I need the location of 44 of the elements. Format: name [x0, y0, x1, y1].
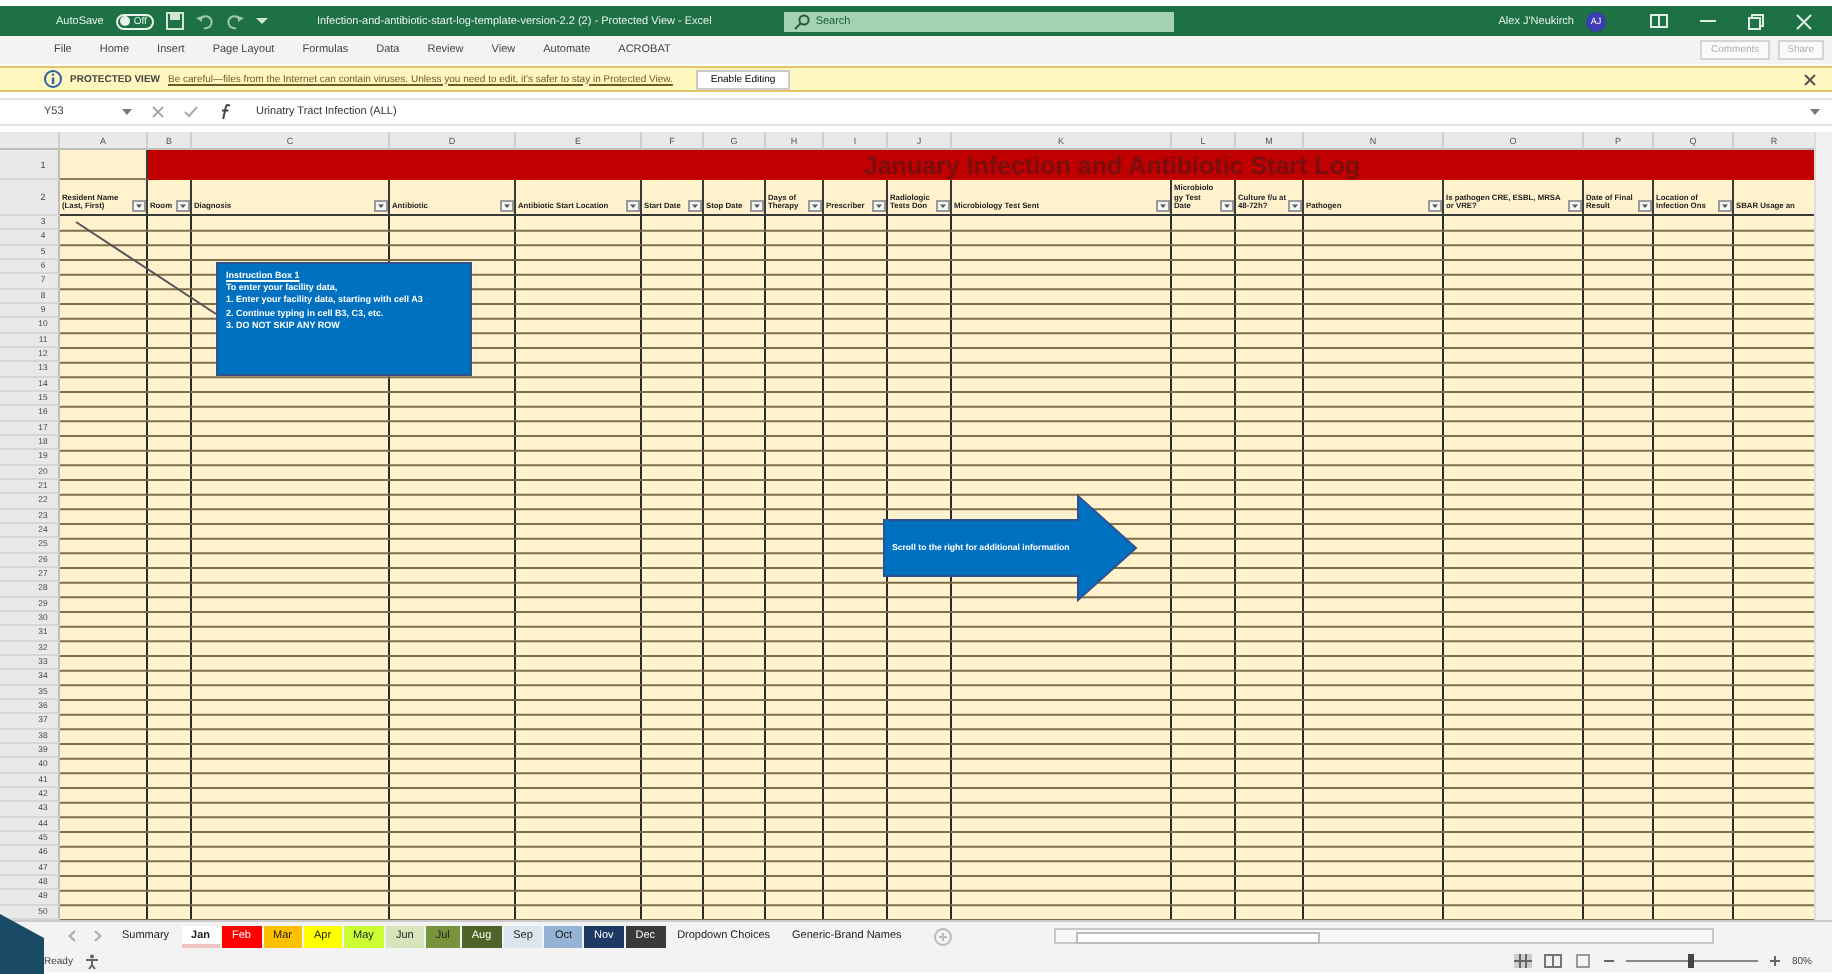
zoom-out-icon[interactable] [1603, 956, 1614, 966]
filter-dropdown-icon[interactable] [749, 199, 763, 211]
filter-dropdown-icon[interactable] [1155, 199, 1169, 211]
filter-dropdown-icon[interactable] [1219, 199, 1233, 211]
caret-icon[interactable] [256, 16, 269, 26]
table-cell[interactable] [60, 150, 148, 180]
accessibility-icon[interactable] [84, 953, 101, 969]
save-icon[interactable] [166, 12, 185, 30]
filter-dropdown-icon[interactable] [1637, 199, 1651, 211]
cell-grid[interactable] [60, 216, 1816, 920]
close-icon[interactable] [1804, 73, 1816, 85]
restore-icon[interactable] [1748, 13, 1764, 29]
check-icon[interactable] [184, 106, 198, 118]
filter-dropdown-icon[interactable] [1567, 199, 1581, 211]
filter-dropdown-icon[interactable] [871, 199, 885, 211]
ribbon-display-icon[interactable] [1650, 14, 1668, 28]
filter-dropdown-icon[interactable] [373, 199, 387, 211]
info-icon [44, 70, 62, 88]
search-icon [793, 13, 810, 29]
caret-icon[interactable] [1810, 108, 1820, 116]
redo-icon[interactable] [226, 12, 245, 30]
caret-icon[interactable] [122, 108, 132, 116]
page-break-icon[interactable] [1573, 954, 1592, 968]
zoom-in-icon[interactable] [1769, 956, 1780, 966]
function-icon[interactable] [218, 104, 234, 120]
minimize-icon[interactable] [1700, 14, 1716, 28]
filter-dropdown-icon[interactable] [1717, 199, 1731, 211]
filter-dropdown-icon[interactable] [1427, 199, 1441, 211]
filter-dropdown-icon[interactable] [1287, 199, 1301, 211]
normal-view-icon[interactable] [1513, 954, 1532, 968]
page-layout-icon[interactable] [1543, 954, 1562, 968]
filter-dropdown-icon[interactable] [807, 199, 821, 211]
filter-dropdown-icon[interactable] [687, 199, 701, 211]
filter-dropdown-icon[interactable] [131, 199, 145, 211]
leader-line [74, 220, 218, 316]
corner-decoration [0, 914, 44, 974]
vertical-scrollbar[interactable] [1814, 132, 1832, 920]
undo-icon[interactable] [196, 12, 215, 30]
filter-dropdown-icon[interactable] [499, 199, 513, 211]
horizontal-scrollbar[interactable] [1053, 928, 1714, 944]
filter-dropdown-icon[interactable] [625, 199, 639, 211]
filter-dropdown-icon[interactable] [935, 199, 949, 211]
sheet-title: January Infection and Antibiotic Start Log [148, 150, 1816, 180]
filter-dropdown-icon[interactable] [175, 199, 189, 211]
